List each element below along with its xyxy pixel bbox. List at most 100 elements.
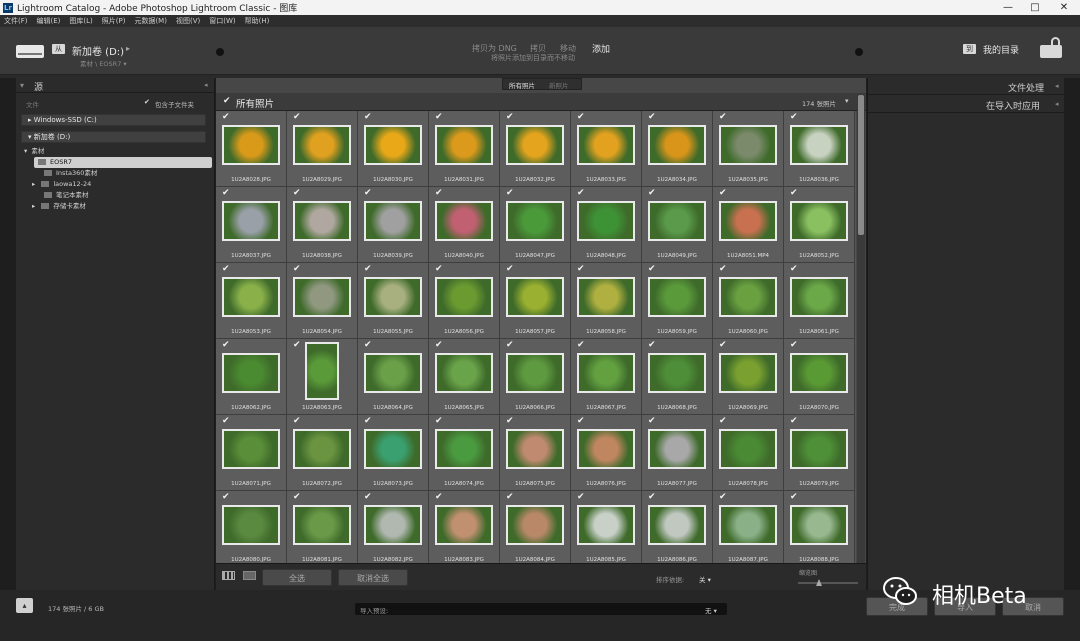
photo-thumbnail[interactable] <box>293 277 351 317</box>
menu-photo[interactable]: 照片(P) <box>102 16 126 26</box>
photo-thumbnail[interactable] <box>719 125 777 165</box>
photo-thumbnail[interactable] <box>577 201 635 241</box>
expand-footer-icon[interactable]: ▴ <box>16 598 33 613</box>
photo-checkbox-icon[interactable]: ✔ <box>222 112 230 122</box>
photo-checkbox-icon[interactable]: ✔ <box>648 264 656 274</box>
photo-thumbnail[interactable] <box>506 353 564 393</box>
photo-checkbox-icon[interactable]: ✔ <box>293 112 301 122</box>
source-dropdown-icon[interactable]: ▸ <box>126 44 130 53</box>
deselect-all-button[interactable]: 取消全选 <box>338 569 408 586</box>
photo-thumbnail[interactable] <box>790 201 848 241</box>
menu-help[interactable]: 帮助(H) <box>245 16 270 26</box>
drive-row-d[interactable]: ▾ 新加卷 (D:) <box>21 131 206 143</box>
photo-thumbnail[interactable] <box>364 429 422 469</box>
photo-thumbnail[interactable] <box>293 505 351 545</box>
tab-new-photos[interactable]: 新照片 <box>549 80 569 90</box>
photo-cell[interactable]: ✔ 1U2A8066.JPG <box>500 339 571 415</box>
folder-row-insta360[interactable]: Insta360素材 <box>20 168 210 179</box>
photo-thumbnail[interactable] <box>364 201 422 241</box>
photo-cell[interactable]: ✔ 1U2A8080.JPG <box>216 491 287 563</box>
photo-checkbox-icon[interactable]: ✔ <box>222 492 230 502</box>
folder-row-card[interactable]: ▸ 存储卡素材 <box>20 201 210 212</box>
photo-checkbox-icon[interactable]: ✔ <box>577 188 585 198</box>
photo-checkbox-icon[interactable]: ✔ <box>790 264 798 274</box>
right-arrow-icon[interactable] <box>855 48 863 56</box>
include-subfolders-checkbox[interactable]: ✔ <box>144 98 150 106</box>
photo-checkbox-icon[interactable]: ✔ <box>435 340 443 350</box>
photo-cell[interactable]: ✔ 1U2A8076.JPG <box>571 415 642 491</box>
photo-cell[interactable]: ✔ 1U2A8072.JPG <box>287 415 358 491</box>
drive-row-c[interactable]: ▸ Windows-SSD (C:) <box>21 114 206 126</box>
photo-checkbox-icon[interactable]: ✔ <box>506 112 514 122</box>
photo-thumbnail[interactable] <box>648 201 706 241</box>
photo-checkbox-icon[interactable]: ✔ <box>577 264 585 274</box>
thumbnail-size-slider[interactable] <box>798 582 858 584</box>
source-drive[interactable]: 新加卷 (D:) <box>72 43 124 58</box>
photo-checkbox-icon[interactable]: ✔ <box>364 112 372 122</box>
photo-thumbnail[interactable] <box>577 505 635 545</box>
photo-cell[interactable]: ✔ 1U2A8081.JPG <box>287 491 358 563</box>
photo-checkbox-icon[interactable]: ✔ <box>435 188 443 198</box>
photo-thumbnail[interactable] <box>364 277 422 317</box>
photo-checkbox-icon[interactable]: ✔ <box>293 188 301 198</box>
photo-cell[interactable]: ✔ 1U2A8079.JPG <box>784 415 855 491</box>
photo-checkbox-icon[interactable]: ✔ <box>719 492 727 502</box>
photo-thumbnail[interactable] <box>790 505 848 545</box>
photo-thumbnail[interactable] <box>577 353 635 393</box>
photo-thumbnail[interactable] <box>577 277 635 317</box>
photo-checkbox-icon[interactable]: ✔ <box>293 492 301 502</box>
photo-cell[interactable]: ✔ 1U2A8070.JPG <box>784 339 855 415</box>
photo-thumbnail[interactable] <box>293 429 351 469</box>
photo-thumbnail[interactable] <box>222 201 280 241</box>
photo-thumbnail[interactable] <box>648 353 706 393</box>
photo-checkbox-icon[interactable]: ✔ <box>293 340 301 350</box>
photo-thumbnail[interactable] <box>506 201 564 241</box>
photo-cell[interactable]: ✔ 1U2A8067.JPG <box>571 339 642 415</box>
photo-cell[interactable]: ✔ 1U2A8057.JPG <box>500 263 571 339</box>
photo-checkbox-icon[interactable]: ✔ <box>222 416 230 426</box>
select-all-check-icon[interactable]: ✔ <box>223 96 231 106</box>
photo-cell[interactable]: ✔ 1U2A8075.JPG <box>500 415 571 491</box>
photo-checkbox-icon[interactable]: ✔ <box>790 416 798 426</box>
photo-checkbox-icon[interactable]: ✔ <box>435 112 443 122</box>
expand-icon[interactable]: ◂ <box>1055 100 1059 108</box>
menu-library[interactable]: 图库(L) <box>69 16 92 26</box>
apply-during-import-section[interactable]: 在导入时应用 ◂ <box>868 96 1065 113</box>
photo-checkbox-icon[interactable]: ✔ <box>506 264 514 274</box>
photo-checkbox-icon[interactable]: ✔ <box>790 340 798 350</box>
photo-thumbnail[interactable] <box>790 429 848 469</box>
photo-checkbox-icon[interactable]: ✔ <box>648 340 656 350</box>
photo-cell[interactable]: ✔ 1U2A8039.JPG <box>358 187 429 263</box>
photo-thumbnail[interactable] <box>790 277 848 317</box>
photo-thumbnail[interactable] <box>506 125 564 165</box>
photo-cell[interactable]: ✔ 1U2A8087.JPG <box>713 491 784 563</box>
menu-file[interactable]: 文件(F) <box>4 16 28 26</box>
photo-cell[interactable]: ✔ 1U2A8063.JPG <box>287 339 358 415</box>
photo-cell[interactable]: ✔ 1U2A8078.JPG <box>713 415 784 491</box>
photo-cell[interactable]: ✔ 1U2A8068.JPG <box>642 339 713 415</box>
photo-thumbnail[interactable] <box>435 505 493 545</box>
photo-cell[interactable]: ✔ 1U2A8060.JPG <box>713 263 784 339</box>
photo-checkbox-icon[interactable]: ✔ <box>364 416 372 426</box>
photo-checkbox-icon[interactable]: ✔ <box>577 492 585 502</box>
import-preset-dropdown[interactable]: 导入预设: 无 ▾ <box>355 603 727 615</box>
photo-cell[interactable]: ✔ 1U2A8059.JPG <box>642 263 713 339</box>
photo-thumbnail[interactable] <box>222 125 280 165</box>
photo-checkbox-icon[interactable]: ✔ <box>293 264 301 274</box>
photo-thumbnail[interactable] <box>719 277 777 317</box>
photo-thumbnail[interactable] <box>577 125 635 165</box>
photo-thumbnail[interactable] <box>435 429 493 469</box>
photo-checkbox-icon[interactable]: ✔ <box>790 188 798 198</box>
photo-checkbox-icon[interactable]: ✔ <box>506 416 514 426</box>
expand-icon[interactable]: ◂ <box>1055 82 1059 90</box>
photo-cell[interactable]: ✔ 1U2A8034.JPG <box>642 111 713 187</box>
photo-thumbnail[interactable] <box>293 125 351 165</box>
photo-thumbnail[interactable] <box>222 353 280 393</box>
photo-cell[interactable]: ✔ 1U2A8077.JPG <box>642 415 713 491</box>
file-handling-section[interactable]: 文件处理 ◂ <box>868 78 1065 95</box>
photo-thumbnail[interactable] <box>790 125 848 165</box>
photo-thumbnail[interactable] <box>506 505 564 545</box>
select-all-button[interactable]: 全选 <box>262 569 332 586</box>
menu-edit[interactable]: 编辑(E) <box>37 16 61 26</box>
photo-checkbox-icon[interactable]: ✔ <box>364 340 372 350</box>
